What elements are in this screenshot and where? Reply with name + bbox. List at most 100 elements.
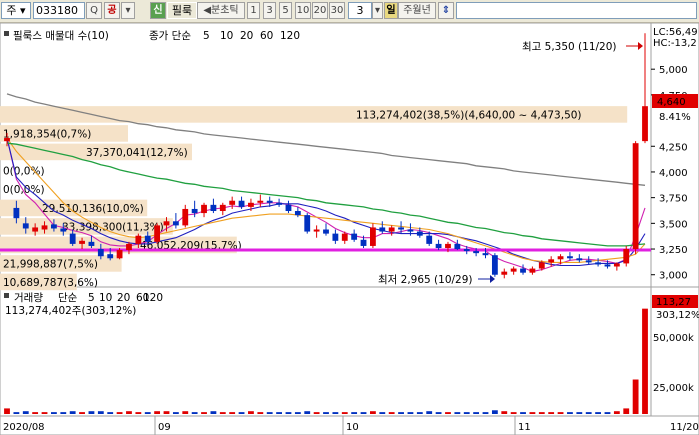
candle-body: [557, 256, 564, 260]
vol-ma10-legend: 10: [99, 292, 112, 304]
gong-dropdown-icon[interactable]: ▾: [121, 2, 135, 19]
search-button[interactable]: Q: [86, 2, 102, 19]
candle-body: [191, 208, 198, 214]
volume-bar: [463, 412, 470, 414]
candle-body: [88, 241, 95, 246]
volume-bar: [510, 412, 517, 414]
volume-legend-ma-prefix: 단순: [58, 292, 78, 304]
period-10-button[interactable]: 10: [295, 2, 311, 19]
candle-body: [520, 268, 526, 273]
ma5-legend: 5: [203, 30, 210, 42]
price-tick-label: 3,250: [659, 245, 688, 256]
weekly-monthly-yearly-button[interactable]: 주월년: [398, 2, 436, 19]
volume-bar: [548, 412, 555, 414]
candle-body: [510, 268, 517, 272]
date-label-09: 09: [158, 422, 171, 433]
candle-body: [144, 235, 151, 242]
volume-profile-label: 113,274,402(38,5%)(4,640,00 ~ 4,473,50): [356, 109, 582, 121]
candle-body: [463, 249, 470, 252]
price-legend-ma-prefix: 종가 단순: [149, 30, 191, 42]
period-1-button[interactable]: 1: [247, 2, 260, 19]
vol-ma120-legend: 120: [143, 292, 163, 304]
candle-body: [426, 235, 433, 244]
volume-bar: [613, 411, 620, 414]
shin-button[interactable]: 신: [150, 2, 166, 19]
period-30-button[interactable]: 30: [329, 2, 345, 19]
custom-period-input[interactable]: 3: [348, 2, 372, 19]
candle-body: [60, 228, 67, 232]
volume-bar: [454, 412, 461, 414]
candle-body: [201, 204, 207, 214]
volume-legend-square-icon: [4, 293, 9, 298]
volume-bar: [604, 412, 611, 414]
candle-body: [276, 202, 282, 205]
volume-bar: [41, 412, 48, 414]
stock-name: 필룩: [167, 2, 197, 19]
volume-profile-label: 29,510,136(10,0%): [42, 203, 144, 215]
candle-body: [416, 231, 423, 236]
candle-body: [379, 227, 386, 232]
period-20-button[interactable]: 20: [312, 2, 328, 19]
volume-bar: [595, 412, 601, 414]
ma60-legend: 60: [260, 30, 273, 42]
candle-body: [97, 249, 104, 257]
volume-bar: [219, 412, 226, 414]
candle-body: [22, 223, 29, 229]
volume-bar: [79, 412, 85, 414]
period-5-button[interactable]: 5: [279, 2, 292, 19]
volume-bar: [360, 412, 367, 414]
volume-bar: [22, 411, 29, 414]
candle-body: [398, 227, 404, 230]
price-tick-label: 3,000: [659, 271, 688, 282]
candle-body: [501, 271, 508, 275]
volume-bar: [60, 412, 67, 414]
volume-bar: [172, 412, 179, 414]
volume-bar: [191, 412, 198, 414]
custom-period-dropdown-icon[interactable]: ▾: [372, 2, 383, 19]
volume-bar: [398, 412, 404, 414]
candle-body: [360, 239, 367, 246]
candle-body: [613, 263, 620, 267]
current-change-label: 8.41%: [659, 112, 691, 123]
hc-label: HC:-13,2: [653, 38, 697, 49]
volume-bar: [51, 412, 57, 414]
volume-bar: [135, 412, 142, 414]
volume-bar: [585, 412, 592, 414]
candle-body: [482, 253, 489, 256]
date-label-2020-08: 2020/08: [3, 422, 45, 433]
candle-body: [257, 200, 264, 203]
volume-bar: [407, 412, 414, 414]
candle-body: [351, 233, 358, 240]
candle-body: [4, 138, 10, 142]
candle-body: [332, 233, 339, 241]
stock-code-input[interactable]: 033180: [33, 2, 85, 19]
volume-bar: [285, 412, 292, 414]
volume-profile-label: 37,370,041(12,7%): [86, 147, 188, 159]
stock-chart[interactable]: 113,274,402(38,5%)(4,640,00 ~ 4,473,50) 1…: [0, 23, 699, 435]
volume-bar: [238, 412, 245, 414]
candle-body: [548, 259, 555, 263]
gong-button[interactable]: 공: [104, 2, 120, 19]
volume-bar: [126, 411, 132, 414]
max-price-label: 최고 5,350 (11/20): [522, 41, 617, 53]
volume-bar: [201, 412, 207, 414]
candle-body: [445, 243, 451, 249]
updown-nav-icon[interactable]: ⇕: [438, 2, 454, 19]
market-select[interactable]: 주 ▾: [1, 2, 31, 19]
volume-legend-title: 거래량: [14, 292, 43, 304]
candle-body: [595, 262, 601, 265]
volume-bar: [567, 412, 573, 414]
volume-bar: [501, 411, 508, 414]
candle-body: [341, 233, 348, 241]
volume-bar: [13, 412, 20, 414]
volume-bar: [107, 412, 114, 414]
volume-bar: [473, 412, 480, 414]
daily-button[interactable]: 일: [384, 2, 398, 19]
volume-bar: [294, 412, 301, 414]
price-tick-label: 4,250: [659, 142, 688, 153]
candle-body: [538, 262, 545, 269]
tick-type-button[interactable]: ◀분초틱: [197, 2, 245, 19]
period-3-button[interactable]: 3: [263, 2, 276, 19]
date-label-10: 10: [346, 422, 359, 433]
volume-bar: [426, 411, 433, 414]
